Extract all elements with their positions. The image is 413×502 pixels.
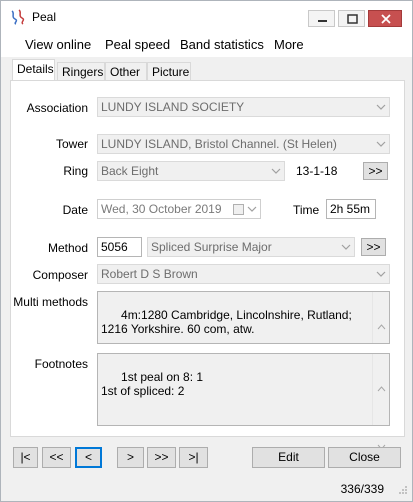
app-icon <box>11 9 25 25</box>
multi-methods-value: 4m:1280 Cambridge, Lincolnshire, Rutland… <box>101 308 356 336</box>
menu-peal-speed[interactable]: Peal speed <box>105 37 170 52</box>
resize-grip-icon[interactable] <box>398 485 408 495</box>
method-label: Method <box>47 241 88 255</box>
method-combo[interactable]: Spliced Surprise Major <box>147 237 355 257</box>
previous-page-button[interactable]: << <box>42 447 71 468</box>
menu-view-online[interactable]: View online <box>25 37 91 52</box>
composer-value: Robert D S Brown <box>101 267 198 281</box>
chevron-down-icon <box>376 104 386 110</box>
tower-combo[interactable]: LUNDY ISLAND, Bristol Channel. (St Helen… <box>97 134 390 154</box>
scroll-arrows-icon <box>377 386 386 450</box>
minimize-icon <box>318 20 327 22</box>
ring-label: Ring <box>63 164 88 178</box>
footnotes-label: Footnotes <box>34 357 88 371</box>
time-field[interactable]: 2h 55m <box>326 199 376 219</box>
close-button[interactable]: Close <box>328 447 401 468</box>
tab-ringers[interactable]: Ringers <box>57 62 105 81</box>
multi-methods-scrollbar[interactable] <box>372 292 389 368</box>
first-record-button[interactable]: |< <box>13 447 38 468</box>
association-value: LUNDY ISLAND SOCIETY <box>101 100 245 114</box>
chevron-down-icon <box>376 271 386 277</box>
menu-more[interactable]: More <box>274 37 304 52</box>
association-combo[interactable]: LUNDY ISLAND SOCIETY <box>97 97 390 117</box>
tab-picture[interactable]: Picture <box>147 62 191 81</box>
composer-combo[interactable]: Robert D S Brown <box>97 264 390 284</box>
method-changes-field[interactable]: 5056 <box>97 237 142 257</box>
menu-bar: View online Peal speed Band statistics M… <box>1 33 412 57</box>
close-icon <box>381 14 391 24</box>
status-bar: 336/339 <box>1 475 412 501</box>
date-label: Date <box>62 203 88 217</box>
record-counter: 336/339 <box>340 482 384 496</box>
close-window-button[interactable] <box>368 10 402 27</box>
peal-window: Peal View online Peal speed Band statist… <box>0 0 413 502</box>
maximize-button[interactable] <box>338 10 365 27</box>
date-picker[interactable]: Wed, 30 October 2019 <box>97 199 261 219</box>
footnotes-scrollbar[interactable] <box>372 354 389 450</box>
multi-methods-label: Multi methods <box>13 295 88 309</box>
tower-label: Tower <box>55 137 88 151</box>
title-bar: Peal <box>1 1 412 33</box>
tab-details[interactable]: Details <box>12 59 55 81</box>
composer-label: Composer <box>32 268 88 282</box>
tower-value: LUNDY ISLAND, Bristol Channel. (St Helen… <box>101 137 337 151</box>
association-label: Association <box>26 101 88 115</box>
maximize-icon <box>347 14 358 24</box>
checkbox-icon <box>233 204 244 215</box>
last-record-button[interactable]: >| <box>179 447 208 468</box>
next-page-button[interactable]: >> <box>147 447 176 468</box>
ring-value: Back Eight <box>101 164 159 178</box>
footnotes-textarea[interactable]: 1st peal on 8: 1 1st of spliced: 2 <box>97 353 390 450</box>
window-title: Peal <box>32 10 57 24</box>
ring-combo[interactable]: Back Eight <box>97 161 285 181</box>
chevron-down-icon <box>376 141 386 147</box>
footnotes-value: 1st peal on 8: 1 1st of spliced: 2 <box>101 370 204 398</box>
date-value: Wed, 30 October 2019 <box>101 202 222 216</box>
minimize-button[interactable] <box>308 10 335 27</box>
next-record-button[interactable]: > <box>117 447 144 468</box>
previous-record-button[interactable]: < <box>75 447 102 468</box>
details-panel: Association LUNDY ISLAND SOCIETY Tower L… <box>10 80 405 450</box>
ring-more-button[interactable]: >> <box>363 162 388 180</box>
menu-band-statistics[interactable]: Band statistics <box>180 37 264 52</box>
edit-button[interactable]: Edit <box>252 447 325 468</box>
tab-other[interactable]: Other <box>105 62 147 81</box>
ring-weight: 13-1-18 <box>296 164 338 178</box>
chevron-down-icon <box>247 206 257 212</box>
method-more-button[interactable]: >> <box>361 238 386 256</box>
time-label: Time <box>293 203 320 217</box>
tab-strip: Details Ringers Other Picture <box>1 59 412 81</box>
method-value: Spliced Surprise Major <box>151 240 272 254</box>
chevron-down-icon <box>341 244 351 250</box>
chevron-down-icon <box>271 168 281 174</box>
multi-methods-textarea[interactable]: 4m:1280 Cambridge, Lincolnshire, Rutland… <box>97 291 390 368</box>
